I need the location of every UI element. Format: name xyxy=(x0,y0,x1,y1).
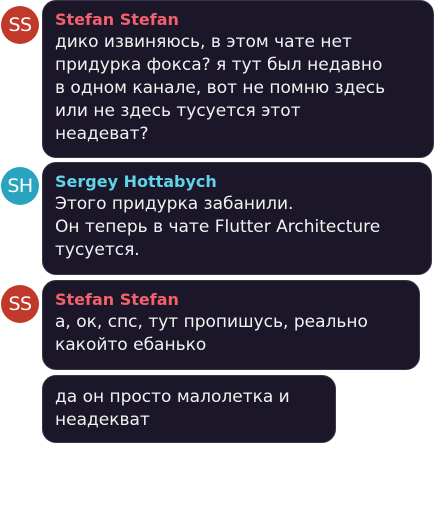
avatar-sergey-hottabych[interactable]: SH xyxy=(1,167,39,205)
message-text: Этого придурка забанили. Он теперь в чат… xyxy=(55,194,381,260)
message-bubble[interactable]: Stefan Stefan а, ок, спс, тут пропишусь,… xyxy=(42,280,420,370)
chat-message-list: SS Stefan Stefan дико извиняюсь, в этом … xyxy=(0,0,434,512)
message-bubble[interactable]: Stefan Stefan дико извиняюсь, в этом чат… xyxy=(42,0,434,158)
sender-name[interactable]: Stefan Stefan xyxy=(55,9,421,31)
avatar-initials: SS xyxy=(8,293,32,315)
sender-name[interactable]: Stefan Stefan xyxy=(55,289,407,311)
message-bubble[interactable]: Sergey Hottabych Этого придурка забанили… xyxy=(42,162,432,275)
message-text: а, ок, спс, тут пропишусь, реально какой… xyxy=(55,312,368,355)
message-text: да он просто малолетка и неадекват xyxy=(55,387,290,430)
avatar-initials: SS xyxy=(8,14,32,36)
sender-name[interactable]: Sergey Hottabych xyxy=(55,171,419,193)
message-text: дико извиняюсь, в этом чате нет придурка… xyxy=(55,32,386,144)
avatar-stefan-stefan[interactable]: SS xyxy=(1,6,39,44)
avatar-stefan-stefan[interactable]: SS xyxy=(1,285,39,323)
avatar-initials: SH xyxy=(7,175,33,197)
message-bubble[interactable]: да он просто малолетка и неадекват xyxy=(42,375,336,443)
